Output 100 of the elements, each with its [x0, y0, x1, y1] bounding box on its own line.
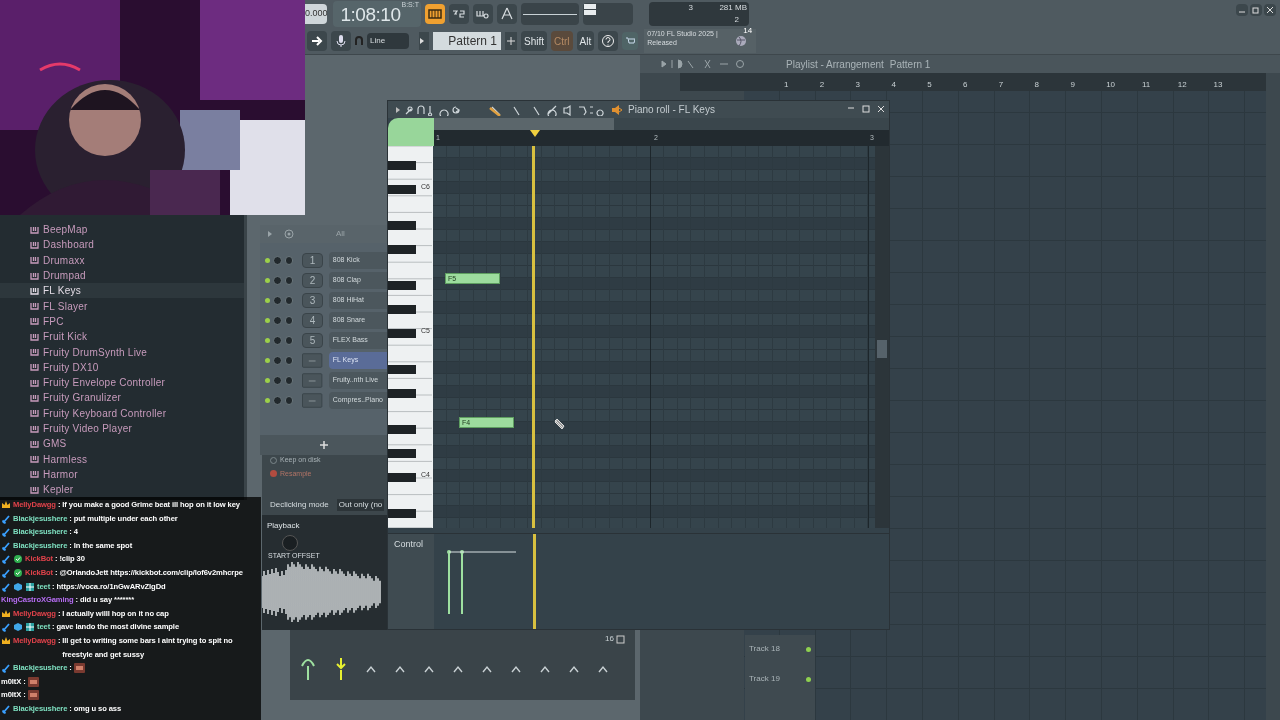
channel-led-icon[interactable]: [265, 317, 270, 323]
bar-number: 1: [784, 79, 790, 91]
channel-led-icon[interactable]: [265, 337, 270, 343]
window-icon: [616, 634, 625, 644]
browser-item[interactable]: FPC: [0, 313, 244, 330]
browser-item[interactable]: Drumaxx: [0, 252, 244, 268]
browser-item[interactable]: Fruity DrumSynth Live: [0, 344, 244, 360]
channel-led-icon[interactable]: [265, 257, 270, 263]
add-channel-button[interactable]: [317, 439, 330, 451]
step-count[interactable]: 16: [605, 633, 614, 645]
start-offset-knob[interactable]: [282, 535, 298, 551]
browser-item[interactable]: GMS: [0, 436, 244, 452]
tempo-swing-icon[interactable]: [300, 656, 316, 682]
sword-icon: [1, 527, 11, 538]
browser-item[interactable]: Fruity Granulizer: [0, 390, 244, 406]
close-button[interactable]: [876, 104, 885, 113]
shop-button[interactable]: [622, 32, 639, 50]
globe-icon[interactable]: [735, 35, 748, 47]
arrow-right-icon: [311, 35, 323, 47]
mixer-track-number[interactable]: 3: [302, 292, 323, 308]
cube-icon: [13, 622, 23, 633]
record-mode-button[interactable]: [307, 31, 327, 51]
help-button[interactable]: [598, 31, 619, 51]
tempo-field[interactable]: 0.000: [305, 4, 327, 24]
graph-icon[interactable]: [284, 229, 294, 239]
sword-icon: [1, 513, 11, 524]
mixer-track-number[interactable]: 2: [302, 272, 323, 288]
news-count-label: 14: [743, 27, 753, 35]
track-name[interactable]: Track 18: [745, 643, 780, 655]
channel-led-icon[interactable]: [265, 357, 270, 363]
browser-item[interactable]: Fruity Envelope Controller: [0, 374, 244, 391]
playlist-ruler[interactable]: 1 2 3 4 5 6 7 8 9 10 11 12 13: [680, 73, 1266, 91]
caret-up-icon[interactable]: [395, 665, 405, 673]
polyphony-count: 2: [733, 14, 740, 26]
add-pattern-button[interactable]: [505, 32, 517, 50]
mixer-track-slot[interactable]: [302, 352, 323, 368]
piano-icon: [30, 439, 39, 448]
browser-item[interactable]: Drumpad: [0, 267, 244, 284]
caret-up-icon[interactable]: [540, 665, 550, 673]
pattern-selector[interactable]: Pattern 1: [433, 32, 501, 50]
caret-up-icon[interactable]: [511, 665, 521, 673]
browser-item[interactable]: FL Keys: [0, 283, 244, 299]
piano-keyboard[interactable]: [388, 146, 433, 528]
declicking-dropdown[interactable]: Out only (no: [336, 499, 385, 511]
piano-roll-tools-icon[interactable]: [394, 103, 604, 116]
channel-led-icon[interactable]: [265, 277, 270, 283]
piano-icon: [30, 348, 39, 356]
toggle-keyboard-button[interactable]: [425, 4, 445, 24]
pattern-menu-button[interactable]: [419, 32, 429, 50]
bar-number: 2: [819, 79, 826, 91]
caret-up-icon[interactable]: [366, 665, 376, 673]
maximize-button[interactable]: [861, 104, 870, 113]
caret-up-icon[interactable]: [424, 665, 434, 673]
browser-item[interactable]: Harmless: [0, 451, 244, 467]
minimize-button[interactable]: [1236, 4, 1248, 16]
snap-mode-dropdown[interactable]: Line: [367, 33, 409, 49]
browser-item[interactable]: Fruity Video Player: [0, 420, 244, 437]
mixer-track-slot[interactable]: [302, 392, 323, 408]
sword-icon: [1, 540, 11, 551]
cart-icon: [625, 36, 636, 46]
modifier-key[interactable]: Shift: [521, 31, 547, 51]
mixer-track-number[interactable]: 4: [302, 312, 323, 328]
close-button[interactable]: [1264, 4, 1276, 16]
caret-up-icon[interactable]: [569, 665, 579, 673]
restore-button[interactable]: [1250, 4, 1262, 16]
browser-item[interactable]: Fruit Kick: [0, 329, 244, 345]
bar-number: 7: [998, 79, 1005, 91]
channel-led-icon[interactable]: [265, 297, 270, 303]
mixer-track-number[interactable]: 1: [302, 252, 323, 268]
browser-item[interactable]: BeepMap: [0, 222, 244, 238]
arrow-down-icon[interactable]: [335, 656, 347, 682]
microphone-button[interactable]: [331, 31, 351, 51]
browser-item[interactable]: FL Slayer: [0, 298, 244, 314]
track-led-icon[interactable]: [806, 646, 811, 652]
track-led-icon[interactable]: [806, 676, 811, 682]
channel-led-icon[interactable]: [265, 397, 270, 403]
bar-number: 3: [855, 79, 862, 91]
browser-item[interactable]: Fruity DX10: [0, 359, 244, 375]
modifier-key[interactable]: Alt: [576, 31, 595, 51]
scrollbar-thumb[interactable]: [877, 340, 887, 358]
browser-item[interactable]: Dashboard: [0, 237, 244, 253]
channel-led-icon[interactable]: [265, 377, 270, 383]
browser-item[interactable]: Fruity Keyboard Controller: [0, 405, 244, 421]
control-lane-label[interactable]: Control: [394, 539, 423, 549]
bar-number: 4: [891, 79, 897, 91]
grid-icon: [25, 622, 35, 633]
speaker-icon: [610, 103, 622, 116]
caret-up-icon[interactable]: [482, 665, 492, 673]
close-icon: [876, 104, 885, 113]
caret-up-icon[interactable]: [453, 665, 463, 673]
mixer-track-slot[interactable]: [302, 372, 323, 388]
sword-icon: [1, 554, 11, 565]
browser-item[interactable]: Harmor: [0, 466, 244, 483]
piano-icon: [30, 470, 39, 479]
close-icon: [1266, 6, 1274, 14]
mixer-track-number[interactable]: 5: [302, 332, 323, 348]
track-name[interactable]: Track 19: [745, 673, 780, 685]
caret-up-icon[interactable]: [598, 665, 608, 673]
oscilloscope: [523, 12, 577, 16]
browser-item[interactable]: Kepler: [0, 482, 244, 498]
